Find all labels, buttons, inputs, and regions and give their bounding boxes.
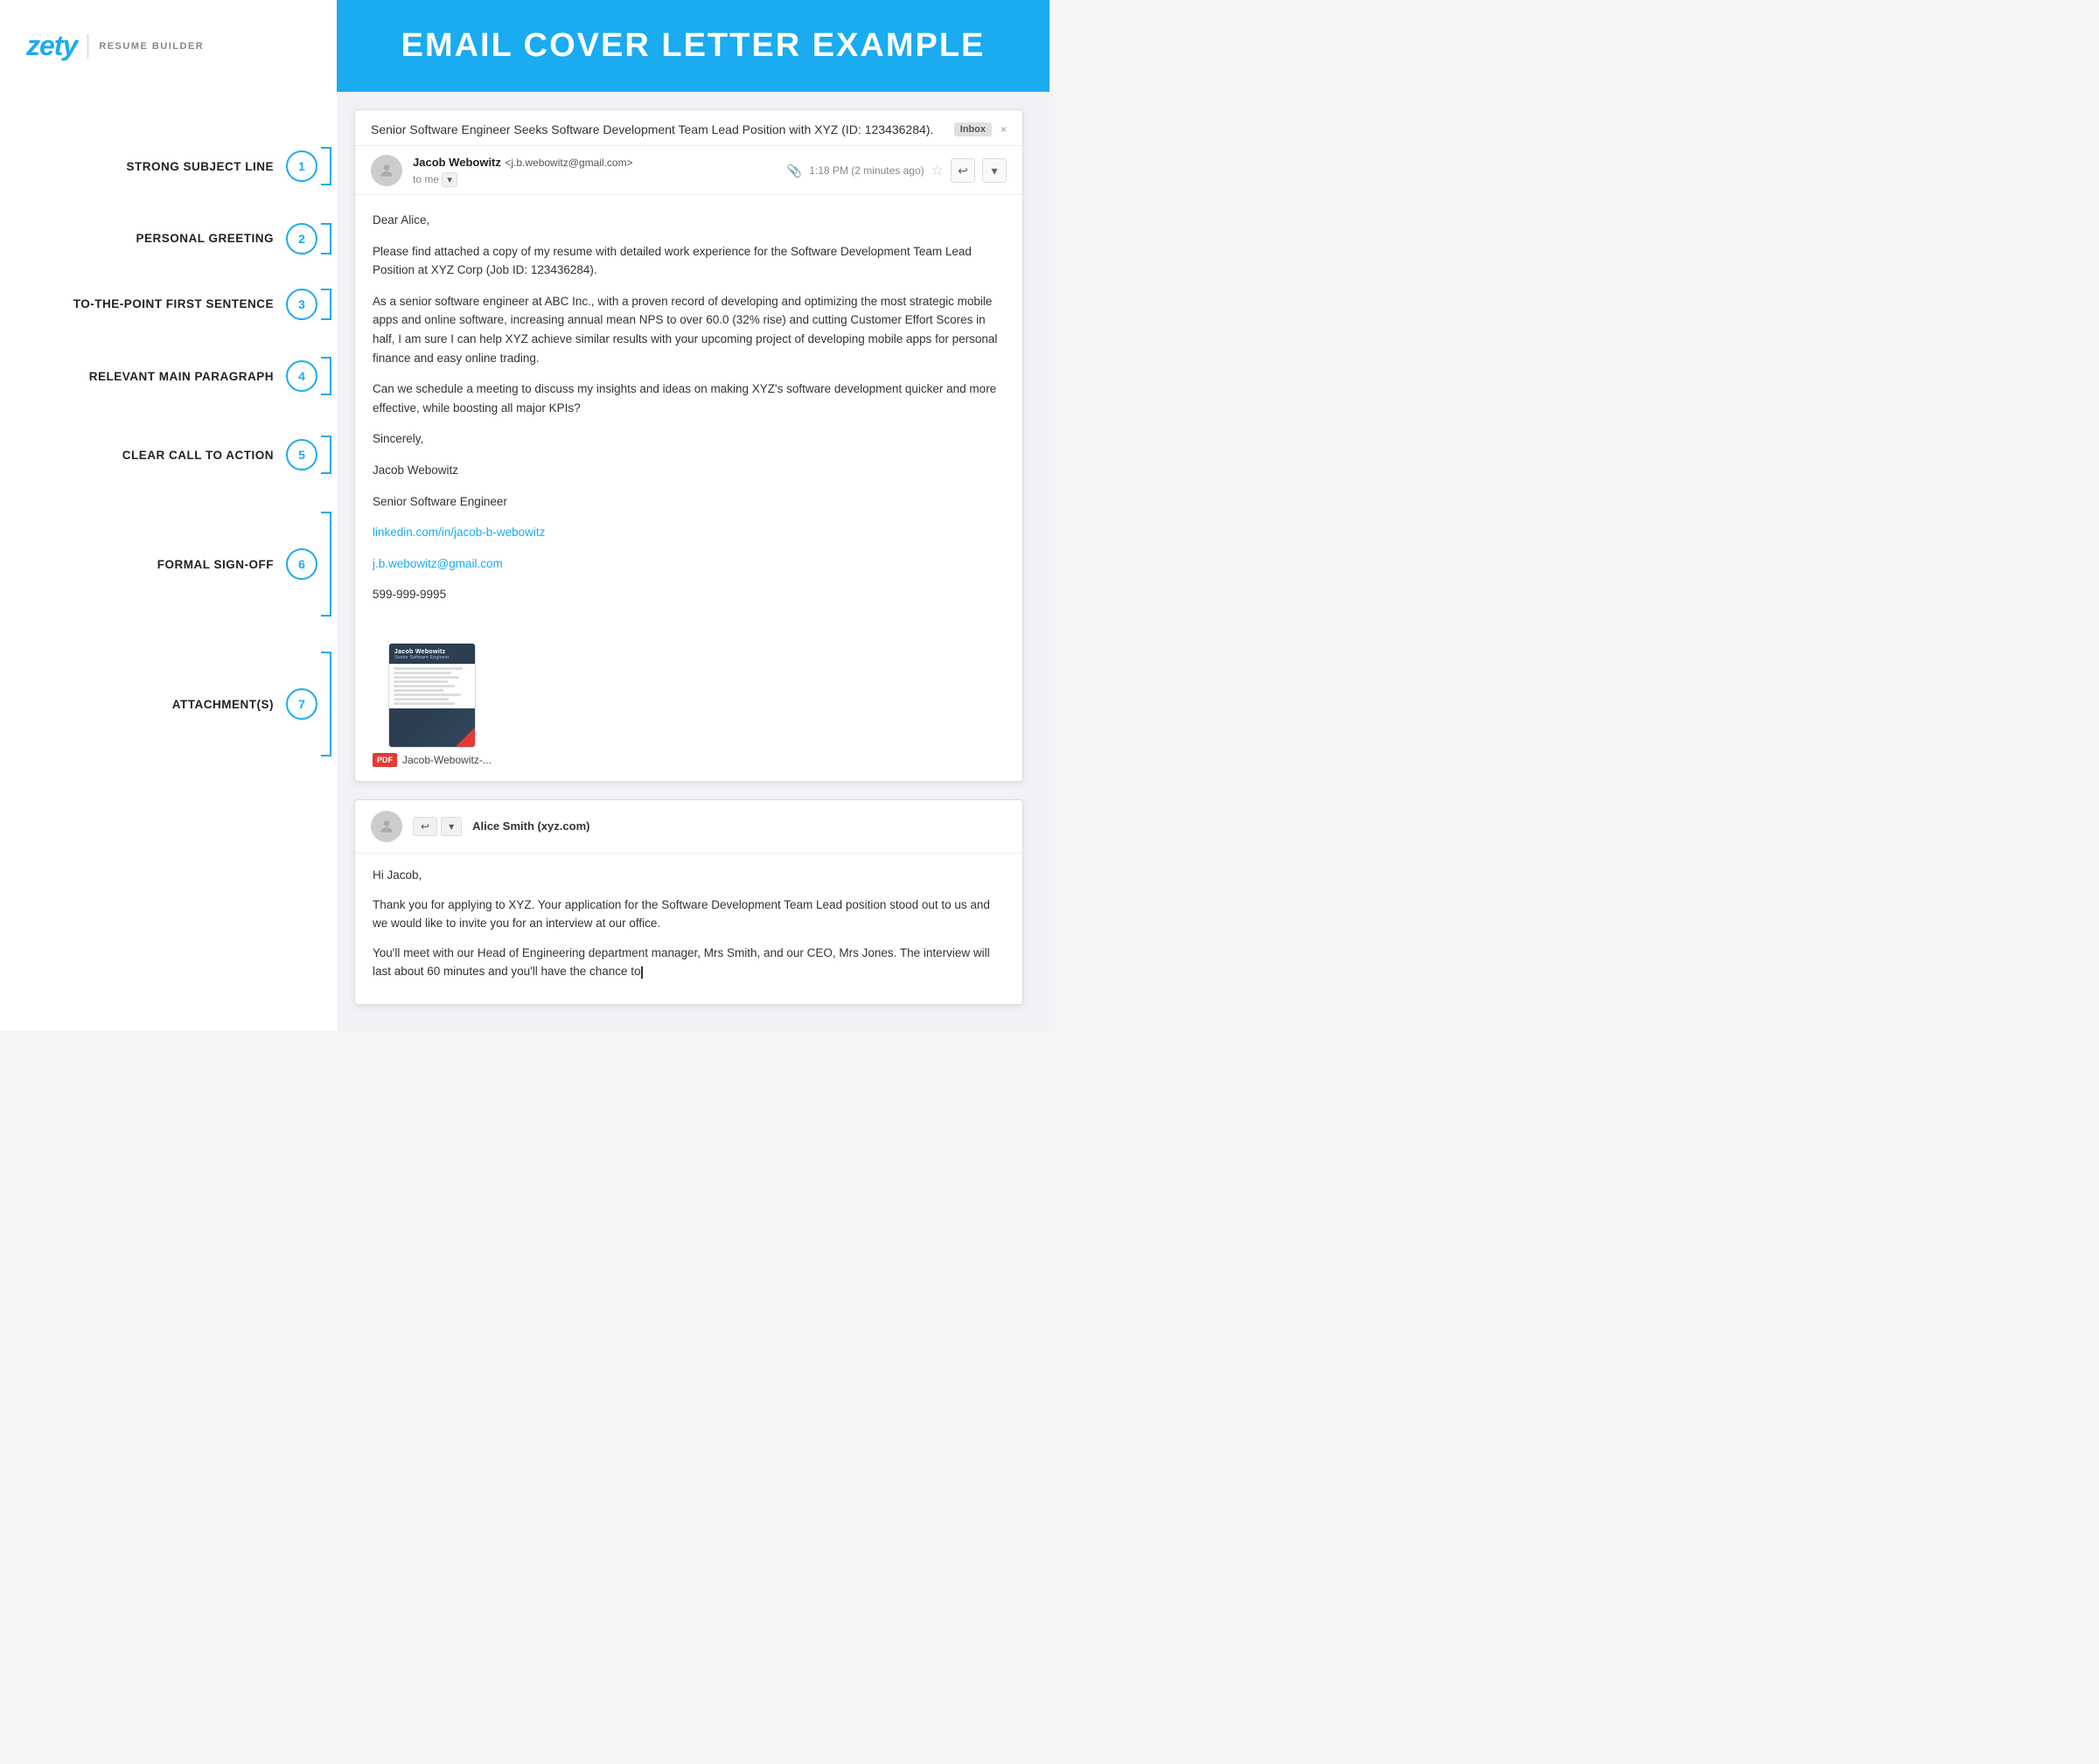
email-meta-row: Jacob Webowitz <j.b.webowitz@gmail.com> … bbox=[355, 146, 1022, 195]
step-circle-1: 1 bbox=[286, 150, 317, 182]
step-circle-6: 6 bbox=[286, 548, 317, 580]
email-sender-closing: Jacob Webowitz bbox=[373, 461, 1005, 480]
email-meta-info: Jacob Webowitz <j.b.webowitz@gmail.com> … bbox=[413, 155, 777, 187]
bracket-1 bbox=[317, 147, 337, 185]
logo-brand: zety bbox=[26, 30, 77, 62]
reply-greeting: Hi Jacob, bbox=[373, 866, 1005, 885]
attachment-area: Jacob Webowitz Senior Software Engineer bbox=[355, 632, 1022, 781]
step-circle-7: 7 bbox=[286, 688, 317, 720]
reply-more-button[interactable]: ▾ bbox=[441, 817, 462, 836]
bracket-6 bbox=[317, 494, 337, 634]
bracket-4 bbox=[317, 357, 337, 395]
star-icon: ☆ bbox=[931, 162, 944, 179]
sidebar: STRONG SUBJECT LINE 1 PERSONAL GREETING … bbox=[0, 92, 337, 1031]
email-to-row: to me ▾ bbox=[413, 172, 777, 187]
timestamp-text: 1:18 PM (2 minutes ago) bbox=[809, 164, 924, 177]
content-area: Senior Software Engineer Seeks Software … bbox=[337, 92, 1050, 1031]
brace-right-1 bbox=[321, 147, 331, 185]
brace-right-6 bbox=[321, 512, 331, 617]
phone-number: 599-999-9995 bbox=[373, 585, 1005, 604]
reply-body: Hi Jacob, Thank you for applying to XYZ.… bbox=[355, 854, 1022, 1004]
page-title: EMAIL COVER LETTER EXAMPLE bbox=[401, 27, 986, 65]
email-para3: Can we schedule a meeting to discuss my … bbox=[373, 380, 1005, 417]
header-bar: EMAIL COVER LETTER EXAMPLE bbox=[337, 0, 1050, 92]
email-para2: As a senior software engineer at ABC Inc… bbox=[373, 292, 1005, 367]
more-icon[interactable]: ▾ bbox=[982, 158, 1007, 183]
pdf-row: PDF Jacob-Webowitz-... bbox=[373, 753, 492, 767]
brace-right-7 bbox=[321, 652, 331, 756]
linkedin-link[interactable]: linkedin.com/in/jacob-b-webowitz bbox=[373, 526, 545, 539]
paperclip-icon: 📎 bbox=[787, 164, 802, 178]
reply-sender: Alice Smith (xyz.com) bbox=[472, 819, 589, 833]
sidebar-item-1: STRONG SUBJECT LINE 1 bbox=[26, 127, 337, 206]
sidebar-item-4: RELEVANT MAIN PARAGRAPH 4 bbox=[26, 337, 337, 415]
brace-right-3 bbox=[321, 289, 331, 320]
email-timestamp: 📎 1:18 PM (2 minutes ago) ☆ ↩ ▾ bbox=[787, 158, 1007, 183]
email-panel: Senior Software Engineer Seeks Software … bbox=[354, 109, 1023, 782]
sidebar-item-5: CLEAR CALL TO ACTION 5 bbox=[26, 415, 337, 494]
sidebar-label-4: RELEVANT MAIN PARAGRAPH bbox=[26, 370, 286, 383]
brace-right-2 bbox=[321, 223, 331, 254]
thumb-body bbox=[389, 664, 475, 708]
attachment-item: Jacob Webowitz Senior Software Engineer bbox=[373, 643, 492, 767]
to-me-button[interactable]: ▾ bbox=[442, 172, 457, 187]
bracket-5 bbox=[317, 436, 337, 474]
sidebar-item-2: PERSONAL GREETING 2 bbox=[26, 206, 337, 271]
email-greeting: Dear Alice, bbox=[373, 211, 1005, 230]
text-cursor bbox=[641, 966, 643, 979]
inbox-close-icon[interactable]: × bbox=[1001, 123, 1007, 136]
sidebar-label-2: PERSONAL GREETING bbox=[26, 232, 286, 245]
logo-section: zety RESUME BUILDER bbox=[0, 0, 337, 92]
reply-icon[interactable]: ↩ bbox=[951, 158, 975, 183]
sidebar-label-6: FORMAL SIGN-OFF bbox=[26, 558, 286, 571]
logo-divider bbox=[87, 34, 88, 59]
bracket-7 bbox=[317, 634, 337, 774]
email-body: Dear Alice, Please find attached a copy … bbox=[355, 195, 1022, 632]
pdf-badge: PDF bbox=[373, 753, 397, 767]
resume-thumbnail[interactable]: Jacob Webowitz Senior Software Engineer bbox=[388, 643, 476, 748]
thumb-header: Jacob Webowitz Senior Software Engineer bbox=[389, 644, 475, 664]
brace-right-4 bbox=[321, 357, 331, 395]
brace-right-5 bbox=[321, 436, 331, 474]
reply-action-buttons: ↩ ▾ bbox=[413, 817, 462, 836]
step-circle-2: 2 bbox=[286, 223, 317, 254]
sidebar-label-5: CLEAR CALL TO ACTION bbox=[26, 449, 286, 462]
to-label: to me bbox=[413, 173, 442, 185]
email-header-right: 📎 1:18 PM (2 minutes ago) ☆ ↩ ▾ bbox=[787, 155, 1007, 183]
bracket-3 bbox=[317, 289, 337, 320]
sender-email: <j.b.webowitz@gmail.com> bbox=[505, 157, 632, 169]
inbox-badge: Inbox bbox=[954, 122, 992, 136]
email-link[interactable]: j.b.webowitz@gmail.com bbox=[373, 557, 503, 570]
sidebar-item-3: TO-THE-POINT FIRST SENTENCE 3 bbox=[26, 271, 337, 337]
step-circle-4: 4 bbox=[286, 360, 317, 392]
reply-panel: ↩ ▾ Alice Smith (xyz.com) Hi Jacob, Than… bbox=[354, 799, 1023, 1005]
sidebar-label-7: ATTACHMENT(S) bbox=[26, 698, 286, 711]
logo-subtitle: RESUME BUILDER bbox=[99, 41, 204, 52]
email-para1: Please find attached a copy of my resume… bbox=[373, 242, 1005, 280]
reply-avatar bbox=[371, 811, 402, 842]
attachment-name: Jacob-Webowitz-... bbox=[402, 754, 492, 766]
sidebar-item-6: FORMAL SIGN-OFF 6 bbox=[26, 494, 337, 634]
top-area: zety RESUME BUILDER EMAIL COVER LETTER E… bbox=[0, 0, 1050, 92]
email-closing: Sincerely, bbox=[373, 429, 1005, 449]
reply-header: ↩ ▾ Alice Smith (xyz.com) bbox=[355, 800, 1022, 854]
sender-avatar bbox=[371, 155, 402, 186]
sidebar-label-1: STRONG SUBJECT LINE bbox=[26, 160, 286, 173]
email-title: Senior Software Engineer bbox=[373, 492, 1005, 512]
bracket-2 bbox=[317, 223, 337, 254]
sender-name-row: Jacob Webowitz <j.b.webowitz@gmail.com> bbox=[413, 155, 777, 171]
sidebar-label-3: TO-THE-POINT FIRST SENTENCE bbox=[26, 297, 286, 310]
email-subject-text: Senior Software Engineer Seeks Software … bbox=[371, 122, 945, 136]
top-header-row: zety RESUME BUILDER EMAIL COVER LETTER E… bbox=[0, 0, 1050, 92]
sidebar-item-7: ATTACHMENT(S) 7 bbox=[26, 634, 337, 774]
reply-para2: You'll meet with our Head of Engineering… bbox=[373, 944, 1005, 981]
reply-button[interactable]: ↩ bbox=[413, 817, 437, 836]
main-container: STRONG SUBJECT LINE 1 PERSONAL GREETING … bbox=[0, 92, 1050, 1031]
email-subject-row: Senior Software Engineer Seeks Software … bbox=[355, 110, 1022, 146]
sender-name: Jacob Webowitz bbox=[413, 156, 501, 169]
step-circle-3: 3 bbox=[286, 289, 317, 320]
thumb-corner bbox=[456, 728, 475, 747]
step-circle-5: 5 bbox=[286, 439, 317, 471]
reply-para1: Thank you for applying to XYZ. Your appl… bbox=[373, 896, 1005, 933]
